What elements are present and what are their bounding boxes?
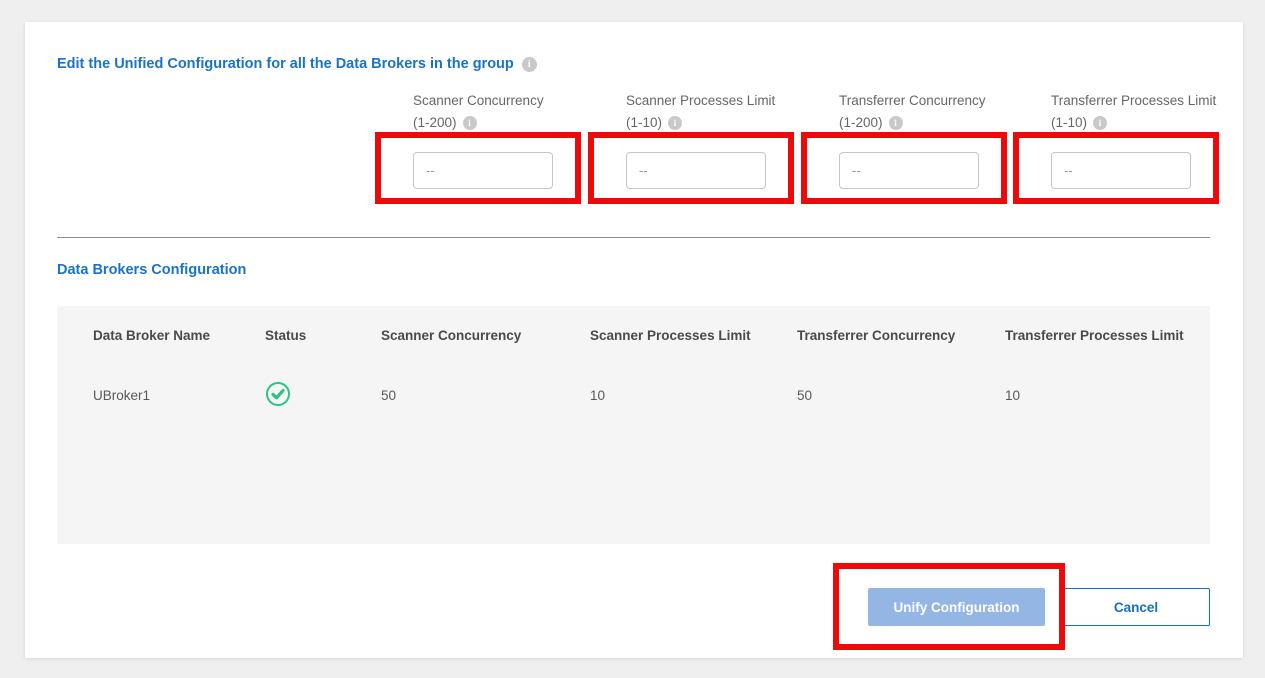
- field-label: Scanner Concurrency (1-200) i: [413, 90, 544, 134]
- cell-transferrer-concurrency: 50: [797, 388, 1005, 403]
- field-transferrer-processes-limit: Transferrer Processes Limit (1-10) i: [1013, 90, 1226, 240]
- status-ok-icon: [265, 381, 291, 407]
- section-divider: [57, 237, 1210, 238]
- transferrer-processes-limit-input[interactable]: [1051, 152, 1191, 189]
- page-background: { "colors": { "accent_blue": "#1973c8", …: [0, 0, 1265, 678]
- field-label-text: Transferrer Processes Limit: [1051, 90, 1216, 112]
- cell-scanner-processes-limit: 10: [590, 388, 797, 403]
- cell-scanner-concurrency: 50: [381, 388, 590, 403]
- info-icon[interactable]: i: [463, 116, 477, 130]
- column-header-transferrer-processes-limit: Transferrer Processes Limit: [1005, 328, 1210, 343]
- field-range-text: (1-10): [626, 112, 662, 134]
- table-header-row: Data Broker Name Status Scanner Concurre…: [57, 306, 1210, 364]
- field-label: Transferrer Processes Limit (1-10) i: [1051, 90, 1216, 134]
- cell-broker-name: UBroker1: [93, 388, 265, 403]
- info-icon[interactable]: i: [522, 57, 537, 72]
- panel-title: Edit the Unified Configuration for all t…: [57, 56, 537, 72]
- field-range-text: (1-200): [839, 112, 883, 134]
- cell-status: [265, 381, 381, 410]
- data-brokers-table: Data Broker Name Status Scanner Concurre…: [57, 306, 1210, 544]
- panel-title-text: Edit the Unified Configuration for all t…: [57, 56, 514, 72]
- info-icon[interactable]: i: [668, 116, 682, 130]
- field-label: Scanner Processes Limit (1-10) i: [626, 90, 775, 134]
- field-range-text: (1-10): [1051, 112, 1087, 134]
- info-icon[interactable]: i: [1093, 116, 1107, 130]
- table-row: UBroker1 50 10 50 10: [57, 364, 1210, 426]
- field-label-text: Transferrer Concurrency: [839, 90, 986, 112]
- field-transferrer-concurrency: Transferrer Concurrency (1-200) i: [801, 90, 1014, 240]
- cancel-button[interactable]: Cancel: [1062, 588, 1210, 626]
- column-header-transferrer-concurrency: Transferrer Concurrency: [797, 328, 1005, 343]
- scanner-concurrency-input[interactable]: [413, 152, 553, 189]
- cell-transferrer-processes-limit: 10: [1005, 388, 1210, 403]
- field-scanner-processes-limit: Scanner Processes Limit (1-10) i: [588, 90, 801, 240]
- table-title: Data Brokers Configuration: [57, 262, 246, 278]
- info-icon[interactable]: i: [889, 116, 903, 130]
- scanner-processes-limit-input[interactable]: [626, 152, 766, 189]
- field-scanner-concurrency: Scanner Concurrency (1-200) i: [375, 90, 588, 240]
- field-label: Transferrer Concurrency (1-200) i: [839, 90, 986, 134]
- column-header-scanner-concurrency: Scanner Concurrency: [381, 328, 590, 343]
- column-header-status: Status: [265, 328, 381, 343]
- field-range-text: (1-200): [413, 112, 457, 134]
- column-header-data-broker-name: Data Broker Name: [93, 328, 265, 343]
- column-header-scanner-processes-limit: Scanner Processes Limit: [590, 328, 797, 343]
- unify-configuration-button[interactable]: Unify Configuration: [868, 588, 1045, 626]
- field-label-text: Scanner Concurrency: [413, 90, 544, 112]
- transferrer-concurrency-input[interactable]: [839, 152, 979, 189]
- field-label-text: Scanner Processes Limit: [626, 90, 775, 112]
- unified-config-panel: Edit the Unified Configuration for all t…: [25, 22, 1243, 658]
